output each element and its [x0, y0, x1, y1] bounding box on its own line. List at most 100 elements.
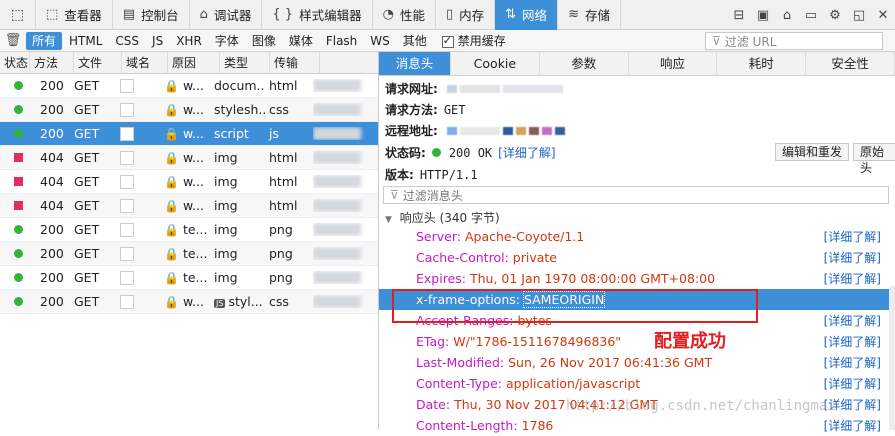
- request-row[interactable]: 200 GET 🔒 te... img png: [0, 266, 378, 290]
- filter-type-button[interactable]: CSS: [109, 32, 145, 50]
- column-header[interactable]: 方法: [30, 52, 74, 73]
- status-learn-more-link[interactable]: [详细了解]: [498, 144, 555, 161]
- filter-url-placeholder: 过滤 URL: [724, 34, 777, 49]
- headers-panel: 请求网址: 请求方法: GET 远程地址: 状态码: 200 OK [详细了解]…: [379, 76, 895, 433]
- column-header[interactable]: 原因: [168, 52, 220, 73]
- filter-type-button[interactable]: HTML: [63, 32, 108, 50]
- request-row[interactable]: 200 GET 🔒 w... docum... html: [0, 74, 378, 98]
- blurred-transfer: [313, 295, 361, 308]
- type: html: [269, 174, 298, 189]
- header-filter-input[interactable]: ⊽ 过滤消息头: [383, 186, 889, 204]
- status-indicator: [0, 297, 40, 306]
- annotation-text: 配置成功: [654, 331, 726, 352]
- edit-resend-button[interactable]: 编辑和重发: [775, 143, 850, 161]
- dock-icon[interactable]: ⌂: [775, 8, 799, 23]
- request-row[interactable]: 404 GET 🔒 w... img html: [0, 194, 378, 218]
- header-row[interactable]: Content-Length: 1786 [详细了解]: [379, 415, 889, 436]
- domain-cell: 🔒 te...: [164, 246, 210, 261]
- settings-gear-icon[interactable]: ⚙: [823, 8, 847, 23]
- detail-tab[interactable]: 响应: [629, 52, 718, 75]
- undock-icon[interactable]: ◱: [847, 8, 871, 23]
- tab-3[interactable]: { } 样式编辑器: [262, 0, 373, 30]
- close-icon[interactable]: ✕: [871, 8, 895, 23]
- raw-headers-button[interactable]: 原始头: [853, 143, 895, 175]
- request-row[interactable]: 404 GET 🔒 w... img html: [0, 146, 378, 170]
- detail-tab[interactable]: 耗时: [717, 52, 807, 75]
- request-row[interactable]: 200 GET 🔒 te... img png: [0, 242, 378, 266]
- header-row[interactable]: Last-Modified: Sun, 26 Nov 2017 06:41:36 …: [379, 352, 889, 373]
- response-headers-section[interactable]: ▼ 响应头 (340 字节): [385, 209, 500, 226]
- request-list: 200 GET 🔒 w... docum... html 200 GET 🔒 w... styles…: [0, 74, 378, 314]
- request-row[interactable]: 200 GET 🔒 w... stylesh... css: [0, 98, 378, 122]
- learn-more-link[interactable]: [详细了解]: [824, 249, 881, 266]
- header-name: Content-Type:: [416, 376, 502, 391]
- vertical-scrollbar[interactable]: [889, 286, 895, 430]
- filter-type-button[interactable]: XHR: [170, 32, 208, 50]
- learn-more-link[interactable]: [详细了解]: [824, 270, 881, 287]
- domain-cell: 🔒 w...: [164, 78, 210, 93]
- detail-tab[interactable]: 消息头: [379, 52, 451, 75]
- filter-type-button[interactable]: JS: [146, 32, 169, 50]
- column-header[interactable]: 文件: [74, 52, 122, 73]
- request-method: GET: [74, 198, 100, 213]
- split-console-icon[interactable]: ▣: [751, 8, 775, 23]
- filter-url-input[interactable]: ⊽ 过滤 URL: [705, 32, 883, 50]
- element-picker-icon[interactable]: ⬚: [0, 0, 36, 30]
- status-code: 200: [40, 222, 64, 237]
- request-row[interactable]: 200 GET 🔒 te... img png: [0, 218, 378, 242]
- filter-type-button[interactable]: 所有: [26, 31, 63, 50]
- tab-7[interactable]: ≋ 存储: [558, 0, 621, 30]
- detail-tab[interactable]: 参数: [540, 52, 629, 75]
- header-row[interactable]: Expires: Thu, 01 Jan 1970 08:00:00 GMT+08…: [379, 268, 889, 289]
- tab-1[interactable]: ▤ 控制台: [113, 0, 190, 30]
- header-name: Date:: [416, 397, 451, 412]
- request-method: GET: [74, 126, 100, 141]
- header-row[interactable]: Cache-Control: private [详细了解]: [379, 247, 889, 268]
- tab-6[interactable]: ⇅ 网络: [495, 0, 559, 30]
- column-header[interactable]: 状态: [0, 52, 30, 73]
- responsive-mode-icon[interactable]: ⊟: [727, 8, 751, 23]
- filter-type-button[interactable]: Flash: [320, 32, 363, 50]
- tab-0[interactable]: ⬚ 查看器: [36, 0, 113, 30]
- request-method-line: 请求方法: GET: [385, 101, 466, 118]
- learn-more-link[interactable]: [详细了解]: [824, 354, 881, 371]
- column-header[interactable]: 类型: [220, 52, 270, 73]
- tab-2[interactable]: ⌂ 调试器: [190, 0, 263, 30]
- screenshot-icon[interactable]: ▭: [799, 8, 823, 23]
- header-value: W/"1786-1511678496836": [453, 334, 622, 349]
- disable-cache-checkbox[interactable]: [441, 34, 454, 48]
- filter-type-button[interactable]: 媒体: [283, 32, 319, 50]
- filter-type-button[interactable]: 其他: [397, 32, 433, 50]
- type: html: [269, 198, 298, 213]
- domain-cell: 🔒 w...: [164, 150, 210, 165]
- clear-trash-icon[interactable]: 🗑: [0, 33, 26, 48]
- tab-5[interactable]: ▯ 内存: [436, 0, 496, 30]
- filter-type-button[interactable]: 字体: [209, 32, 245, 50]
- learn-more-link[interactable]: [详细了解]: [824, 333, 881, 350]
- filter-type-button[interactable]: 图像: [246, 32, 282, 50]
- header-row[interactable]: Server: Apache-Coyote/1.1 [详细了解]: [379, 226, 889, 247]
- learn-more-link[interactable]: [详细了解]: [824, 312, 881, 329]
- header-name: Last-Modified:: [416, 355, 505, 370]
- status-icon: [14, 177, 23, 186]
- status-icon: [14, 201, 23, 210]
- file-cell: [112, 270, 164, 285]
- learn-more-link[interactable]: [详细了解]: [824, 375, 881, 392]
- column-header[interactable]: 域名: [122, 52, 168, 73]
- version-label: 版本:: [385, 168, 414, 182]
- header-row[interactable]: Content-Type: application/javascript [详细了解…: [379, 373, 889, 394]
- detail-tab[interactable]: Cookie: [451, 52, 540, 75]
- request-row[interactable]: 200 GET 🔒 w... JS styl... css: [0, 290, 378, 314]
- request-row[interactable]: 200 GET 🔒 w... script js: [0, 122, 378, 146]
- filter-type-button[interactable]: WS: [364, 32, 395, 50]
- column-header[interactable]: 传输: [270, 52, 320, 73]
- learn-more-link[interactable]: [详细了解]: [824, 228, 881, 245]
- learn-more-link[interactable]: [详细了解]: [824, 417, 881, 434]
- request-row[interactable]: 404 GET 🔒 w... img html: [0, 170, 378, 194]
- tab-4[interactable]: ◔ 性能: [373, 0, 436, 30]
- header-row[interactable]: ETag: W/"1786-1511678496836" [详细了解]: [379, 331, 889, 352]
- tab-2-icon: ⌂: [199, 7, 208, 22]
- detail-tab[interactable]: 安全性: [806, 52, 895, 75]
- filter-funnel-icon: ⊽: [712, 34, 721, 48]
- status-indicator: [0, 153, 40, 162]
